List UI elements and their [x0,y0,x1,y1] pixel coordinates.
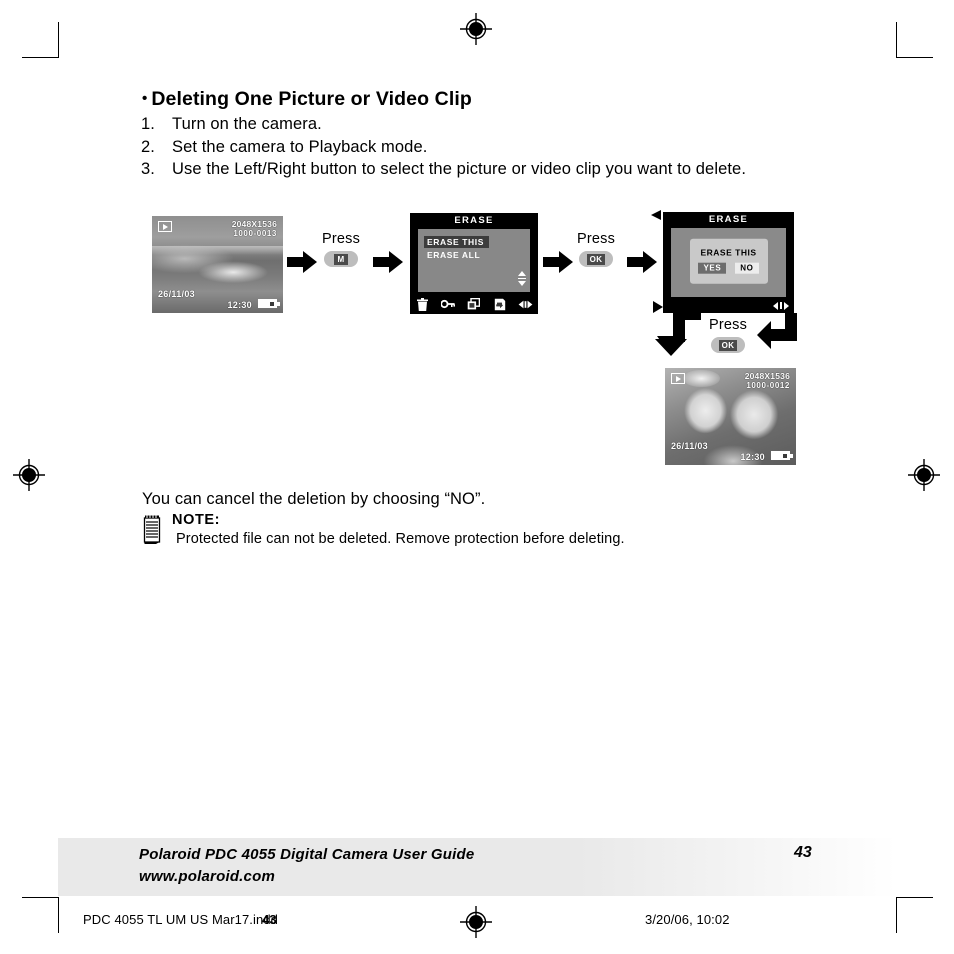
bullet-glyph: • [142,90,148,107]
registration-mark-left [12,458,46,492]
crop-mark-bottom-left-h [22,897,58,898]
step-text: Use the Left/Right button to select the … [172,160,747,178]
key-icon[interactable] [436,299,462,309]
menu-item-erase-this[interactable]: ERASE THIS [424,236,490,248]
flow-arrow-right-2 [373,251,403,273]
note-body-text: Protected file can not be deleted. Remov… [176,531,625,547]
menu-title: ERASE [454,215,494,226]
notepad-icon [143,515,163,544]
left-right-arrows-icon [512,300,538,309]
menu-body: ERASE THIS ERASE ALL [418,229,530,292]
crop-mark-bottom-right-h [897,897,933,898]
press-step-3: Press OK [695,317,761,353]
trash-icon[interactable] [410,297,436,311]
manual-page: • Deleting One Picture or Video Clip 1. T… [0,0,954,954]
page-title: • Deleting One Picture or Video Clip [142,88,472,111]
press-label: Press [321,231,361,247]
list-item: 1. Turn on the camera. [141,113,841,136]
screen-inner: 2048X1536 1000-0013 26/11/03 12:30 [152,216,283,313]
crop-mark-top-right-h [897,57,933,58]
steps-list: 1. Turn on the camera. 2. Set the camera… [141,113,841,181]
crop-mark-top-left-h [22,57,58,58]
note-label: NOTE: [172,512,221,528]
press-step-1: Press M [308,231,374,267]
step-number: 1. [141,115,155,133]
crop-mark-bottom-left-v [58,897,59,933]
registration-mark-top [459,12,493,46]
step-text: Set the camera to Playback mode. [172,137,428,156]
print-file-name: PDC 4055 TL UM US Mar17.indd [83,912,278,927]
left-right-arrows-icon [773,301,789,310]
page-title-text: Deleting One Picture or Video Clip [151,88,472,110]
crop-mark-top-left-v [58,22,59,58]
confirm-title: ERASE [708,214,749,225]
page-footer: Polaroid PDC 4055 Digital Camera User Gu… [58,838,897,896]
crop-mark-bottom-right-v [896,897,897,933]
up-down-arrows-icon [518,271,526,286]
registration-mark-bottom [459,905,493,939]
cancel-note-text: You can cancel the deletion by choosing … [142,490,486,508]
footer-title: Polaroid PDC 4055 Digital Camera User Gu… [139,846,475,863]
pointer-triangle-top [651,210,661,220]
ok-button-label: OK [586,253,606,265]
print-timestamp: 3/20/06, 10:02 [645,912,730,927]
mode-button-key[interactable]: M [324,251,358,267]
photo-thumbnail-portrait [665,368,796,465]
camera-screen-erase-confirm: ERASE ERASE THIS YES NO [663,212,794,313]
confirm-body: ERASE THIS YES NO [671,228,786,297]
screen-inner: 2048X1536 1000-0012 26/11/03 12:30 [665,368,796,465]
crop-mark-top-right-v [896,22,897,58]
press-label: Press [708,317,748,333]
camera-screen-photo-result: 2048X1536 1000-0012 26/11/03 12:30 [665,368,796,465]
yes-button[interactable]: YES [698,262,727,274]
confirm-dialog: ERASE THIS YES NO [689,238,768,284]
menu-item-erase-all[interactable]: ERASE ALL [424,249,485,261]
no-button[interactable]: NO [735,262,759,274]
registration-mark-right [907,458,941,492]
confirm-buttons: YES NO [698,262,759,274]
menu-toolbar [410,294,538,314]
step-text: Turn on the camera. [172,115,322,133]
mode-button-label: M [334,253,348,265]
list-item: 3. Use the Left/Right button to select t… [141,158,841,181]
press-label: Press [576,231,616,247]
confirm-prompt: ERASE THIS [700,247,757,258]
print-page-mark: 43 [262,912,277,927]
list-item: 2. Set the camera to Playback mode. [141,136,841,159]
page-number: 43 [794,844,812,861]
ok-button-key-2[interactable]: OK [711,337,745,353]
footer-url: www.polaroid.com [139,868,275,885]
press-step-2: Press OK [563,231,629,267]
flow-arrow-right-4 [627,251,657,273]
step-number: 3. [141,160,155,178]
camera-screen-erase-menu: ERASE ERASE THIS ERASE ALL [410,213,538,314]
step-number: 2. [141,137,155,156]
transfer-icon[interactable] [487,298,513,311]
camera-screen-photo-initial: 2048X1536 1000-0013 26/11/03 12:30 [152,216,283,313]
photo-thumbnail-landscape [152,216,283,313]
ok-button-label-2: OK [718,339,738,351]
flow-arrow-elbow-right [757,313,797,349]
copy-icon[interactable] [461,298,487,310]
ok-button-key[interactable]: OK [579,251,613,267]
